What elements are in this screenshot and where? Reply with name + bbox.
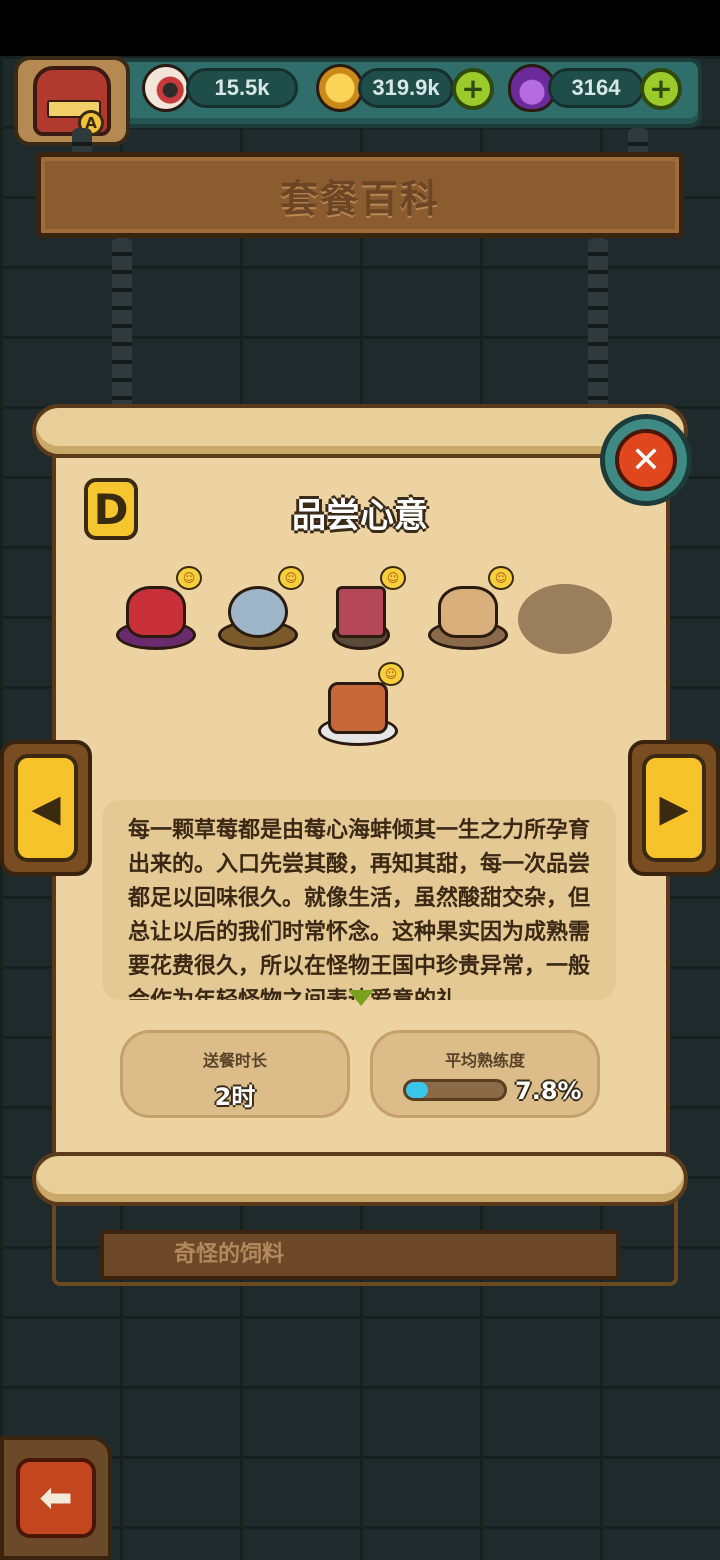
description-text: 每一颗草莓都是由莓心海蚌倾其一生之力所孕育出来的。入口先尝其酸，再知其甜，每一次… [128, 818, 591, 1000]
potion-count: 3164 [548, 68, 644, 108]
title-sign: 套餐百科 [36, 152, 684, 238]
dish-monster-toast[interactable]: ☺ [314, 662, 404, 748]
proficiency-progress-fill [406, 1082, 428, 1098]
chain-decoration [112, 238, 132, 428]
eyeball-icon [142, 64, 190, 112]
arrow-left-icon: ◀ [14, 754, 78, 862]
dish-strawberry-jar[interactable]: ☺ [424, 566, 514, 652]
page-title: 套餐百科 [279, 176, 440, 221]
set-title: 品尝心意 [292, 496, 428, 536]
proficiency-value: 7.8% [515, 1077, 582, 1105]
back-button[interactable]: ⬅ [16, 1458, 96, 1538]
crown-icon: ☺ [378, 662, 404, 686]
coin-icon [316, 64, 364, 112]
proficiency-progress-bar [403, 1079, 507, 1101]
next-card-title[interactable]: 奇怪的饲料 [100, 1230, 620, 1280]
close-icon: ✕ [615, 429, 677, 491]
status-bar [0, 0, 720, 56]
proficiency-panel: 平均熟练度 7.8% [370, 1030, 600, 1118]
dish-strawberry-parfait[interactable]: ☺ [316, 566, 406, 652]
delivery-time-value: 2时 [214, 1083, 256, 1111]
dish-strawberry-bowl[interactable]: ☺ [112, 566, 202, 652]
scroll-bottom-roll [32, 1152, 688, 1206]
add-coins-button[interactable]: + [452, 68, 494, 110]
grade-badge: D [84, 478, 138, 540]
next-set-button[interactable]: ▶ [628, 740, 720, 876]
arrow-right-icon: ▶ [642, 754, 706, 862]
scroll-down-indicator-icon [348, 990, 374, 1006]
crown-icon: ☺ [488, 566, 514, 590]
delivery-time-panel: 送餐时长 2时 [120, 1030, 350, 1118]
locked-dish-silhouette [518, 584, 612, 654]
scroll-top-roll [32, 404, 688, 458]
crown-icon: ☺ [176, 566, 202, 590]
crown-icon: ☺ [380, 566, 406, 590]
proficiency-label: 平均熟练度 [444, 1051, 525, 1070]
chain-decoration [588, 238, 608, 428]
previous-set-button[interactable]: ◀ [0, 740, 92, 876]
crown-icon: ☺ [278, 566, 304, 590]
eyeball-count: 15.5k [186, 68, 298, 108]
close-button[interactable]: ✕ [600, 414, 692, 506]
add-potions-button[interactable]: + [640, 68, 682, 110]
delivery-time-label: 送餐时长 [202, 1051, 267, 1070]
coin-count: 319.9k [358, 68, 454, 108]
dish-snow-globe[interactable]: ☺ [214, 566, 304, 652]
